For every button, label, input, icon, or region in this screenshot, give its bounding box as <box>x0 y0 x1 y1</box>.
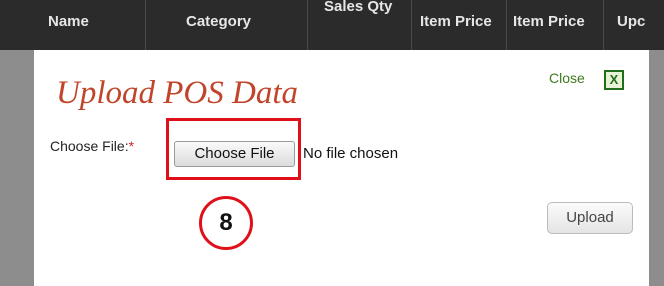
step-number-badge: 8 <box>199 196 253 250</box>
upload-pos-dialog: Upload POS Data Close X Choose File:* Ch… <box>34 50 649 286</box>
column-header-name: Name <box>48 0 146 50</box>
column-header-item-price-2: Item Price <box>507 0 604 50</box>
required-marker: * <box>128 138 135 154</box>
file-status-text: No file chosen <box>303 145 399 162</box>
column-header-sales-qty: Sales Qty <box>308 0 412 50</box>
background-table-header: Name Category Sales Qty Item Price Item … <box>0 0 664 50</box>
column-header-category: Category <box>146 0 308 50</box>
column-header-item-price: Item Price <box>412 0 507 50</box>
file-field-label: Choose File:* <box>50 138 134 154</box>
close-link[interactable]: Close <box>549 70 585 86</box>
column-header-upc: Upc <box>617 13 646 30</box>
upload-button[interactable]: Upload <box>547 202 633 234</box>
choose-file-button[interactable]: Choose File <box>174 141 295 167</box>
close-icon[interactable]: X <box>604 70 624 90</box>
dialog-title: Upload POS Data <box>56 75 298 111</box>
file-field-label-text: Choose File: <box>50 138 129 154</box>
